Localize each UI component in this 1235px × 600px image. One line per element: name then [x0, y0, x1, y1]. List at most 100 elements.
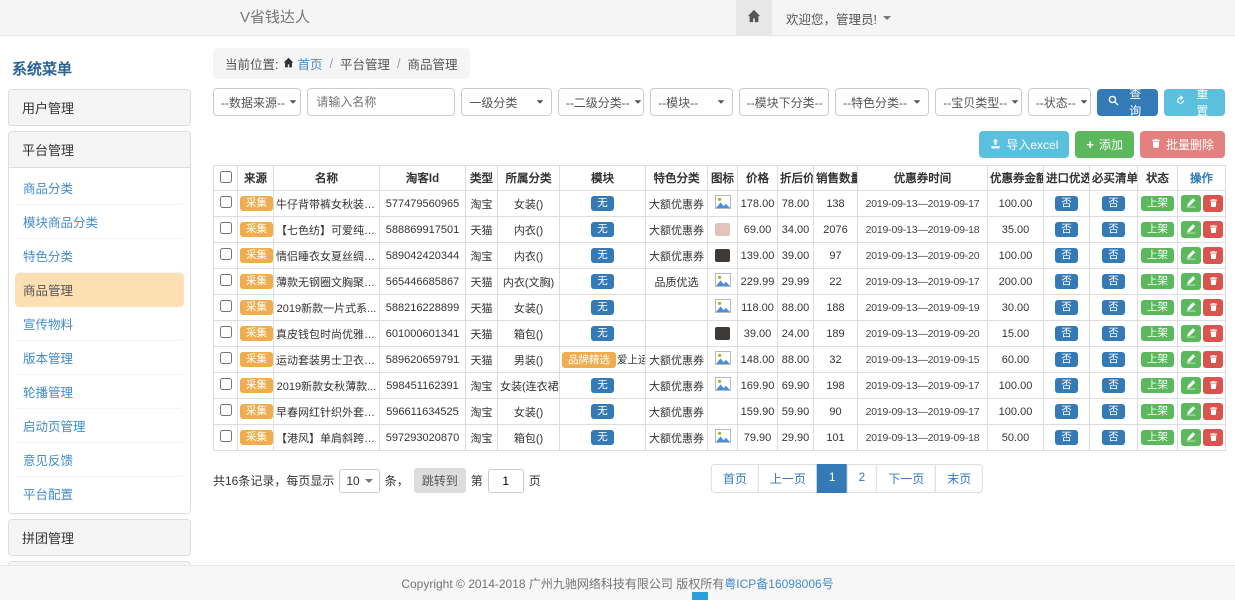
status-badge[interactable]: 上架 — [1141, 352, 1174, 368]
sidebar-item-platform-management[interactable]: 平台管理 — [9, 132, 190, 167]
icp-link[interactable]: 粤ICP备16098006号 — [724, 575, 833, 592]
filter-select-second-category[interactable]: --二级分类-- — [558, 88, 644, 116]
must-buy-badge[interactable]: 否 — [1102, 430, 1125, 446]
edit-button[interactable] — [1181, 325, 1201, 342]
status-badge[interactable]: 上架 — [1141, 196, 1174, 212]
row-checkbox[interactable] — [220, 248, 232, 260]
status-badge[interactable]: 上架 — [1141, 248, 1174, 264]
edit-button[interactable] — [1181, 273, 1201, 290]
user-menu[interactable]: 欢迎您，管理员! — [772, 0, 905, 36]
filter-select-module-subcategory[interactable]: --模块下分类-- — [739, 88, 829, 116]
delete-button[interactable] — [1203, 247, 1223, 264]
import-choice-badge[interactable]: 否 — [1055, 430, 1078, 446]
must-buy-badge[interactable]: 否 — [1102, 274, 1125, 290]
sidebar-item-group-buy-management[interactable]: 拼团管理 — [9, 520, 190, 555]
select-all-checkbox[interactable] — [220, 171, 232, 183]
must-buy-badge[interactable]: 否 — [1102, 378, 1125, 394]
edit-button[interactable] — [1181, 247, 1201, 264]
status-badge[interactable]: 上架 — [1141, 430, 1174, 446]
edit-button[interactable] — [1181, 351, 1201, 368]
sidebar-subitem-platform-management-6[interactable]: 轮播管理 — [15, 375, 184, 409]
import-choice-badge[interactable]: 否 — [1055, 326, 1078, 342]
must-buy-badge[interactable]: 否 — [1102, 404, 1125, 420]
delete-button[interactable] — [1203, 221, 1223, 238]
status-badge[interactable]: 上架 — [1141, 404, 1174, 420]
jump-to-page-button[interactable]: 跳转到 — [414, 468, 466, 493]
edit-button[interactable] — [1181, 377, 1201, 394]
import-choice-badge[interactable]: 否 — [1055, 274, 1078, 290]
import-choice-badge[interactable]: 否 — [1055, 248, 1078, 264]
edit-button[interactable] — [1181, 403, 1201, 420]
page-number-input[interactable] — [488, 469, 524, 493]
filter-select-feature-category[interactable]: --特色分类-- — [835, 88, 929, 116]
must-buy-badge[interactable]: 否 — [1102, 352, 1125, 368]
search-button[interactable]: 查询 — [1097, 89, 1158, 116]
sidebar-subitem-platform-management-7[interactable]: 启动页管理 — [15, 409, 184, 443]
pager-page-2[interactable]: 2 — [847, 464, 878, 493]
row-checkbox[interactable] — [220, 378, 232, 390]
filter-select-status[interactable]: --状态-- — [1028, 88, 1091, 116]
breadcrumb-home-link[interactable]: 首页 — [283, 54, 322, 73]
row-checkbox[interactable] — [220, 352, 232, 364]
pager-prev-page[interactable]: 上一页 — [758, 464, 818, 493]
sidebar-subitem-platform-management-1[interactable]: 模块商品分类 — [15, 205, 184, 239]
status-badge[interactable]: 上架 — [1141, 300, 1174, 316]
delete-button[interactable] — [1203, 195, 1223, 212]
filter-select-data-source[interactable]: --数据来源-- — [213, 88, 301, 116]
row-checkbox[interactable] — [220, 430, 232, 442]
import-choice-badge[interactable]: 否 — [1055, 196, 1078, 212]
home-button[interactable] — [736, 0, 772, 36]
status-badge[interactable]: 上架 — [1141, 326, 1174, 342]
sidebar-subitem-platform-management-3[interactable]: 商品管理 — [15, 273, 184, 307]
must-buy-badge[interactable]: 否 — [1102, 196, 1125, 212]
add-button[interactable]: + 添加 — [1075, 131, 1134, 158]
row-checkbox[interactable] — [220, 326, 232, 338]
filter-select-first-category[interactable]: 一级分类 — [461, 88, 551, 116]
row-checkbox[interactable] — [220, 196, 232, 208]
pager-first-page[interactable]: 首页 — [711, 464, 759, 493]
sidebar-subitem-platform-management-5[interactable]: 版本管理 — [15, 341, 184, 375]
edit-button[interactable] — [1181, 195, 1201, 212]
sidebar-subitem-platform-management-2[interactable]: 特色分类 — [15, 239, 184, 273]
status-badge[interactable]: 上架 — [1141, 378, 1174, 394]
must-buy-badge[interactable]: 否 — [1102, 326, 1125, 342]
per-page-select[interactable]: 10 — [339, 469, 379, 493]
import-choice-badge[interactable]: 否 — [1055, 300, 1078, 316]
pager-next-page[interactable]: 下一页 — [876, 464, 936, 493]
delete-button[interactable] — [1203, 325, 1223, 342]
edit-button[interactable] — [1181, 429, 1201, 446]
batch-delete-button[interactable]: 批量删除 — [1140, 131, 1225, 158]
sidebar-item-user-management[interactable]: 用户管理 — [9, 90, 190, 125]
delete-button[interactable] — [1203, 403, 1223, 420]
sidebar-subitem-platform-management-8[interactable]: 意见反馈 — [15, 443, 184, 477]
back-to-top-button[interactable] — [692, 592, 708, 600]
delete-button[interactable] — [1203, 351, 1223, 368]
import-choice-badge[interactable]: 否 — [1055, 352, 1078, 368]
row-checkbox[interactable] — [220, 300, 232, 312]
must-buy-badge[interactable]: 否 — [1102, 300, 1125, 316]
pager-page-1[interactable]: 1 — [817, 464, 848, 493]
status-badge[interactable]: 上架 — [1141, 222, 1174, 238]
edit-button[interactable] — [1181, 221, 1201, 238]
must-buy-badge[interactable]: 否 — [1102, 222, 1125, 238]
row-checkbox[interactable] — [220, 222, 232, 234]
delete-button[interactable] — [1203, 377, 1223, 394]
filter-select-item-type[interactable]: --宝贝类型-- — [935, 88, 1021, 116]
filter-select-module[interactable]: --模块-- — [650, 88, 733, 116]
import-choice-badge[interactable]: 否 — [1055, 222, 1078, 238]
pager-last-page[interactable]: 末页 — [935, 464, 983, 493]
row-checkbox[interactable] — [220, 274, 232, 286]
reset-button[interactable]: 重置 — [1164, 89, 1225, 116]
sidebar-subitem-platform-management-9[interactable]: 平台配置 — [15, 477, 184, 510]
delete-button[interactable] — [1203, 273, 1223, 290]
row-checkbox[interactable] — [220, 404, 232, 416]
delete-button[interactable] — [1203, 299, 1223, 316]
edit-button[interactable] — [1181, 299, 1201, 316]
sidebar-subitem-platform-management-0[interactable]: 商品分类 — [15, 171, 184, 205]
name-filter-input[interactable] — [307, 88, 455, 116]
delete-button[interactable] — [1203, 429, 1223, 446]
import-choice-badge[interactable]: 否 — [1055, 404, 1078, 420]
sidebar-subitem-platform-management-4[interactable]: 宣传物料 — [15, 307, 184, 341]
import-excel-button[interactable]: 导入excel — [979, 131, 1069, 158]
status-badge[interactable]: 上架 — [1141, 274, 1174, 290]
